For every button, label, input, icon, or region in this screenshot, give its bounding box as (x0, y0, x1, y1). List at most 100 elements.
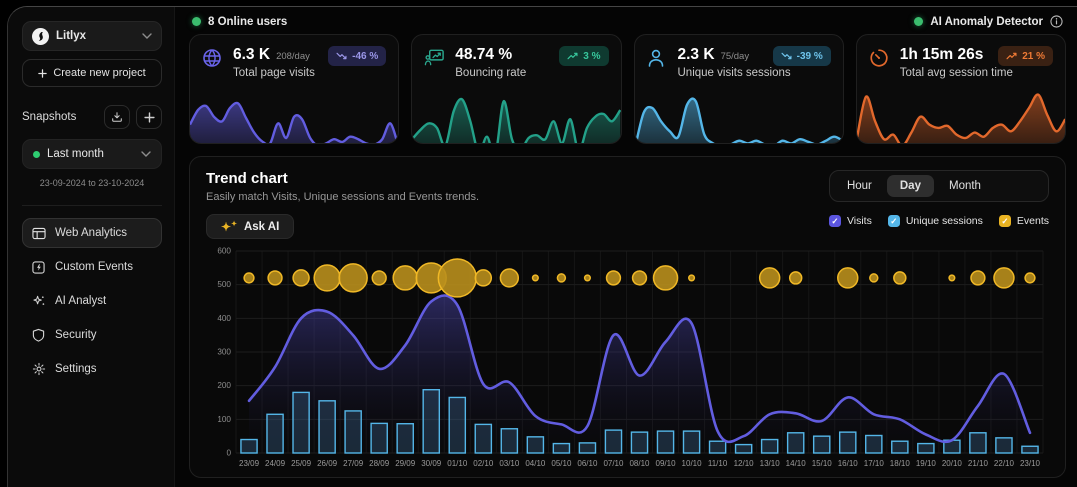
svg-text:12/10: 12/10 (734, 459, 755, 468)
stat-value: 2.3 K (678, 46, 715, 64)
sparkles-icon (31, 294, 46, 308)
svg-text:07/10: 07/10 (603, 459, 624, 468)
sidebar-item-settings[interactable]: Settings (22, 354, 162, 384)
stat-value: 1h 15m 26s (900, 46, 984, 64)
stat-cards-row: 6.3 K 208/day Total page visits -46 % (189, 34, 1066, 144)
trend-chart-subtitle: Easily match Visits, Unique sessions and… (206, 191, 479, 203)
online-status-dot (192, 17, 201, 26)
sidebar-item-label: Settings (55, 363, 97, 375)
svg-text:08/10: 08/10 (629, 459, 650, 468)
stat-card-bouncing-rate[interactable]: 48.74 % Bouncing rate 3 % (411, 34, 621, 144)
time-granularity-toggle: Hour Day Month (829, 170, 1049, 202)
svg-text:01/10: 01/10 (447, 459, 468, 468)
svg-text:200: 200 (217, 381, 231, 390)
sidebar-item-security[interactable]: Security (22, 320, 162, 350)
trend-badge: -39 % (773, 46, 831, 66)
stat-card-unique-visits[interactable]: 2.3 K 75/day Unique visits sessions -39 … (634, 34, 844, 144)
sidebar-item-custom-events[interactable]: Custom Events (22, 252, 162, 282)
svg-text:20/10: 20/10 (942, 459, 963, 468)
plus-icon (38, 69, 47, 78)
download-icon (111, 111, 123, 123)
svg-text:28/09: 28/09 (369, 459, 390, 468)
svg-text:25/09: 25/09 (291, 459, 312, 468)
trend-chart-card: Trend chart Easily match Visits, Unique … (189, 156, 1066, 478)
checkbox-events[interactable]: ✓ (999, 215, 1011, 227)
svg-text:06/10: 06/10 (577, 459, 598, 468)
topbar: 8 Online users AI Anomaly Detector (189, 15, 1066, 28)
sidebar-item-label: Web Analytics (55, 227, 127, 239)
svg-text:29/09: 29/09 (395, 459, 416, 468)
svg-text:14/10: 14/10 (786, 459, 807, 468)
ask-ai-label: Ask AI (244, 221, 279, 233)
tab-day[interactable]: Day (887, 175, 934, 197)
sidebar-divider (22, 205, 162, 206)
shield-icon (31, 328, 46, 342)
stat-rate: 208/day (276, 51, 310, 62)
sidebar: Litlyx Create new project Snapshots Last… (8, 7, 175, 487)
active-range-dot (33, 151, 40, 158)
export-snapshot-button[interactable] (104, 105, 130, 129)
chart-legend: ✓ Visits ✓ Unique sessions ✓ Events (829, 215, 1049, 227)
svg-text:05/10: 05/10 (551, 459, 572, 468)
browser-layout-icon (31, 227, 46, 240)
info-icon[interactable] (1050, 15, 1063, 28)
gear-icon (31, 362, 46, 376)
sidebar-item-ai-analyst[interactable]: AI Analyst (22, 286, 162, 316)
svg-text:600: 600 (217, 247, 231, 256)
ask-ai-button[interactable]: ✦✦ Ask AI (206, 214, 294, 239)
sidebar-item-label: AI Analyst (55, 295, 106, 307)
tab-hour[interactable]: Hour (834, 175, 885, 197)
legend-visits[interactable]: ✓ Visits (829, 215, 872, 227)
sparkline-total-page-visits (190, 83, 398, 144)
chevron-down-icon (141, 151, 151, 157)
stat-card-session-time[interactable]: 1h 15m 26s Total avg session time 21 % (856, 34, 1066, 144)
svg-text:11/10: 11/10 (708, 459, 728, 468)
chevron-down-icon (142, 33, 152, 39)
sidebar-item-web-analytics[interactable]: Web Analytics (22, 218, 162, 248)
stat-label: Bouncing rate (455, 67, 550, 79)
svg-text:27/09: 27/09 (343, 459, 364, 468)
svg-text:22/10: 22/10 (994, 459, 1015, 468)
stat-value: 48.74 % (455, 46, 512, 64)
trend-badge: -46 % (328, 46, 386, 66)
project-selector[interactable]: Litlyx (22, 21, 162, 51)
checkbox-unique-sessions[interactable]: ✓ (888, 215, 900, 227)
events-bubbles (244, 259, 1035, 297)
bounce-rate-icon (424, 46, 446, 79)
svg-text:16/10: 16/10 (838, 459, 859, 468)
main-content: 8 Online users AI Anomaly Detector 6.3 K (175, 7, 1077, 487)
trend-chart-canvas[interactable]: 010020030040050060023/0924/0925/0926/092… (206, 241, 1049, 469)
trending-down-icon (781, 52, 792, 60)
svg-text:03/10: 03/10 (499, 459, 520, 468)
tab-month[interactable]: Month (936, 175, 994, 197)
trending-up-icon (1006, 52, 1017, 60)
svg-text:300: 300 (217, 348, 231, 357)
anomaly-status-dot (914, 17, 923, 26)
ai-sparkle-icon: ✦✦ (221, 221, 237, 233)
trend-chart-title: Trend chart (206, 170, 479, 187)
legend-events[interactable]: ✓ Events (999, 215, 1049, 227)
svg-text:400: 400 (217, 314, 231, 323)
snapshot-range-selector[interactable]: Last month (22, 139, 162, 169)
stat-card-total-page-visits[interactable]: 6.3 K 208/day Total page visits -46 % (189, 34, 399, 144)
x-axis-labels: 23/0924/0925/0926/0927/0928/0929/0930/09… (239, 459, 1041, 468)
trend-badge: 3 % (559, 46, 608, 66)
timer-icon (869, 46, 891, 79)
svg-text:18/10: 18/10 (890, 459, 911, 468)
litlyx-logo-icon (32, 28, 49, 45)
svg-text:19/10: 19/10 (916, 459, 937, 468)
add-snapshot-button[interactable] (136, 105, 162, 129)
stat-label: Total avg session time (900, 67, 989, 79)
plus-icon (144, 112, 155, 123)
svg-text:21/10: 21/10 (968, 459, 989, 468)
svg-text:23/10: 23/10 (1020, 459, 1041, 468)
svg-text:24/09: 24/09 (265, 459, 286, 468)
legend-unique-sessions[interactable]: ✓ Unique sessions (888, 215, 983, 227)
svg-text:500: 500 (217, 280, 231, 289)
create-project-button[interactable]: Create new project (22, 59, 162, 87)
trending-up-icon (567, 52, 578, 60)
checkbox-visits[interactable]: ✓ (829, 215, 841, 227)
svg-text:30/09: 30/09 (421, 459, 442, 468)
trending-down-icon (336, 52, 347, 60)
snapshot-date-range: 23-09-2024 to 23-10-2024 (22, 178, 162, 188)
